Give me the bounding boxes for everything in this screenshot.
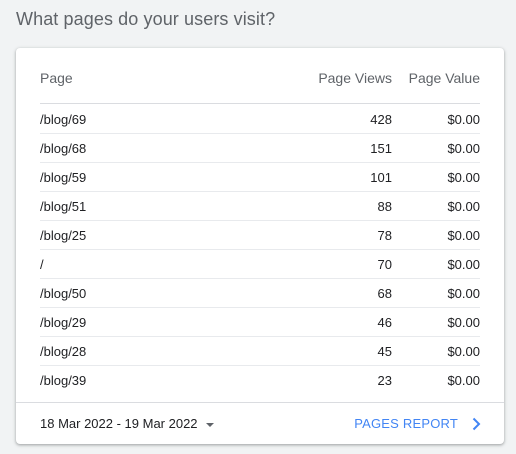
table-row[interactable]: /blog/25 78 $0.00: [40, 221, 480, 250]
caret-down-icon: [205, 422, 214, 427]
row-page: /blog/69: [40, 111, 87, 127]
table-body: /blog/69 428 $0.00/blog/68 151 $0.00/blog/59…: [40, 104, 480, 395]
row-page-views: 101: [370, 169, 392, 185]
row-page-value: $0.00: [447, 373, 480, 388]
header-page[interactable]: Page: [40, 70, 282, 86]
pages-card: Page Page Views Page Value /blog/69 428 $0…: [16, 48, 504, 444]
row-page-views: 68: [377, 285, 392, 301]
row-page-value: $0.00: [447, 140, 480, 156]
table-header: Page Page Views Page Value: [40, 48, 480, 104]
row-page-views: 45: [377, 343, 392, 359]
pages-report-label: PAGES REPORT: [354, 416, 458, 431]
table-row[interactable]: / 70 $0.00: [40, 250, 480, 279]
row-page-views: 23: [377, 373, 392, 388]
row-page-views: 88: [377, 198, 392, 214]
row-page-views: 70: [377, 256, 392, 272]
table-row[interactable]: /blog/51 88 $0.00: [40, 192, 480, 221]
row-page-views: 428: [370, 111, 392, 127]
table-row[interactable]: /blog/59 101 $0.00: [40, 163, 480, 192]
row-page: /blog/50: [40, 285, 87, 301]
row-page-value: $0.00: [447, 343, 480, 359]
row-page: /blog/68: [40, 140, 87, 156]
card-footer: 18 Mar 2022 - 19 Mar 2022 PAGES REPORT: [16, 402, 504, 444]
row-page-value: $0.00: [447, 314, 480, 330]
table-row[interactable]: /blog/39 23 $0.00: [40, 366, 480, 395]
pages-report-link[interactable]: PAGES REPORT: [354, 416, 484, 432]
date-range-selector[interactable]: 18 Mar 2022 - 19 Mar 2022: [40, 416, 214, 431]
table-row[interactable]: /blog/69 428 $0.00: [40, 105, 480, 134]
row-page-views: 151: [370, 140, 392, 156]
row-page-value: $0.00: [447, 111, 480, 127]
row-page-views: 46: [377, 314, 392, 330]
row-page: /blog/29: [40, 314, 87, 330]
row-page: /blog/59: [40, 169, 87, 185]
row-page: /blog/25: [40, 227, 87, 243]
row-page-value: $0.00: [447, 198, 480, 214]
chevron-right-icon: [472, 417, 481, 430]
date-range-label: 18 Mar 2022 - 19 Mar 2022: [40, 416, 198, 431]
row-page-value: $0.00: [447, 285, 480, 301]
row-page: /blog/51: [40, 198, 87, 214]
table-row[interactable]: /blog/28 45 $0.00: [40, 337, 480, 366]
table-row[interactable]: /blog/50 68 $0.00: [40, 279, 480, 308]
header-page-value[interactable]: Page Value: [392, 70, 480, 86]
row-page: /blog/28: [40, 343, 87, 359]
row-page-views: 78: [377, 227, 392, 243]
pages-table: Page Page Views Page Value /blog/69 428 $0…: [40, 48, 480, 395]
row-page-value: $0.00: [447, 169, 480, 185]
row-page: /: [40, 256, 44, 272]
row-page-value: $0.00: [447, 256, 480, 272]
row-page: /blog/39: [40, 373, 87, 388]
header-page-views[interactable]: Page Views: [282, 70, 392, 86]
row-page-value: $0.00: [447, 227, 480, 243]
table-row[interactable]: /blog/29 46 $0.00: [40, 308, 480, 337]
table-row[interactable]: /blog/68 151 $0.00: [40, 134, 480, 163]
page-title: What pages do your users visit?: [16, 9, 276, 29]
